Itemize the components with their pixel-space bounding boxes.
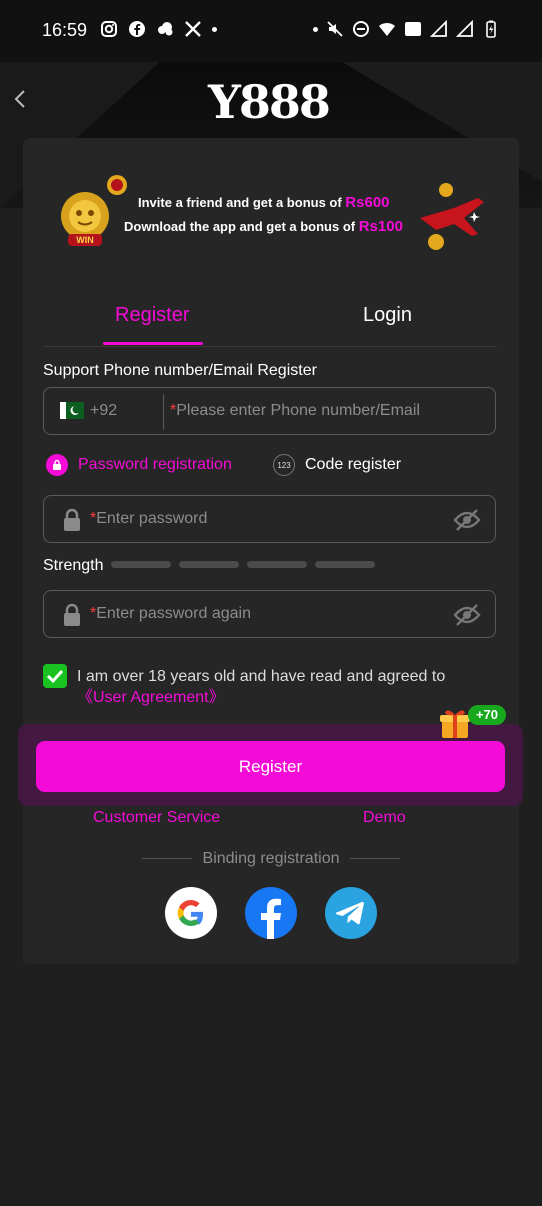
signal-icon — [429, 19, 448, 38]
x-icon — [184, 20, 202, 38]
dnd-icon — [352, 20, 370, 38]
google-icon — [177, 900, 203, 926]
register-card — [23, 138, 519, 964]
phone-email-placeholder-text: Please enter Phone number/Email — [176, 402, 420, 419]
status-notification-icons — [100, 20, 217, 38]
strength-label: Strength — [43, 557, 104, 574]
cloud-icon — [156, 20, 174, 38]
more-notifications-dot — [212, 26, 217, 32]
status-time: 16:59 — [42, 20, 88, 40]
back-button[interactable] — [10, 86, 32, 112]
country-code[interactable]: +92 — [90, 402, 117, 420]
auth-tabs: Register Login — [43, 296, 497, 347]
logo-text: Y888 — [208, 75, 331, 129]
agreement-statement: I am over 18 years old and have read and… — [77, 668, 446, 685]
confirm-password-placeholder-text: Enter password again — [96, 605, 251, 622]
binding-label: Binding registration — [202, 850, 340, 867]
gift-icon — [440, 710, 470, 738]
strength-bar — [111, 561, 171, 568]
register-button[interactable]: Register — [36, 741, 505, 792]
agreement-text: I am over 18 years old and have read and… — [77, 666, 497, 708]
google-login-button[interactable] — [165, 887, 217, 939]
airplane-icon — [420, 183, 484, 250]
tab-register[interactable]: Register — [115, 304, 189, 327]
status-bar: 16:59 — [0, 0, 542, 62]
option-password-label: Password registration — [78, 456, 232, 473]
battery-icon — [482, 20, 500, 38]
pakistan-flag-icon — [60, 402, 84, 419]
telegram-login-button[interactable] — [325, 887, 377, 939]
strength-meter — [111, 561, 375, 568]
bonus-badge: +70 — [468, 705, 506, 725]
facebook-icon — [261, 898, 281, 939]
promo-banner[interactable]: WIN Invite a friend and get a bonus of R… — [42, 168, 500, 260]
banner-download-text: Download the app and get a bonus of — [124, 219, 359, 234]
status-system-icons — [313, 19, 500, 38]
code-123-icon: 123 — [273, 454, 295, 476]
eye-hidden-icon[interactable] — [453, 508, 481, 532]
password-placeholder-text: Enter password — [96, 510, 208, 527]
mute-icon — [326, 20, 344, 38]
option-code-register[interactable]: 123 Code register — [273, 454, 401, 476]
signal-2-icon — [455, 19, 474, 38]
chevron-left-icon — [14, 90, 25, 108]
lock-icon — [64, 603, 80, 626]
divider-right — [350, 858, 400, 859]
banner-line-invite: Invite a friend and get a bonus of Rs600 — [138, 194, 390, 211]
banner-invite-text: Invite a friend and get a bonus of — [138, 195, 346, 210]
notification-dot — [313, 26, 318, 32]
banner-invite-amount: Rs600 — [345, 194, 390, 211]
check-icon — [46, 669, 64, 684]
active-tab-indicator — [103, 342, 203, 345]
password-field[interactable]: *Enter password — [43, 495, 496, 543]
user-agreement-link[interactable]: 《User Agreement》 — [77, 689, 225, 706]
strength-bar — [247, 561, 307, 568]
banner-line-download: Download the app and get a bonus of Rs10… — [124, 218, 403, 235]
banner-download-amount: Rs100 — [358, 218, 403, 235]
lion-badge-text: WIN — [76, 235, 94, 245]
option-code-label: Code register — [305, 456, 402, 473]
customer-service-link[interactable]: Customer Service — [93, 809, 220, 827]
password-placeholder[interactable]: *Enter password — [90, 510, 207, 528]
telegram-icon — [335, 901, 364, 925]
field-divider — [163, 394, 164, 430]
agreement-checkbox[interactable] — [43, 664, 67, 688]
phone-email-placeholder[interactable]: *Please enter Phone number/Email — [170, 402, 420, 420]
coin-icon — [107, 175, 127, 195]
tab-login[interactable]: Login — [363, 304, 412, 327]
phone-email-field[interactable]: +92 *Please enter Phone number/Email — [43, 387, 496, 435]
eye-hidden-icon[interactable] — [453, 603, 481, 627]
brand-logo: Y888 — [208, 75, 331, 129]
facebook-login-button[interactable] — [245, 887, 297, 939]
instagram-icon — [100, 20, 118, 38]
facebook-status-icon — [128, 20, 146, 38]
support-label: Support Phone number/Email Register — [43, 362, 317, 379]
lock-icon — [64, 508, 80, 531]
strength-bar — [179, 561, 239, 568]
demo-link[interactable]: Demo — [363, 809, 406, 827]
wifi-icon — [378, 20, 396, 38]
lock-badge-icon — [46, 454, 68, 476]
option-password-registration[interactable]: Password registration — [46, 454, 232, 476]
confirm-password-placeholder[interactable]: *Enter password again — [90, 605, 251, 623]
vowifi-icon — [404, 20, 422, 38]
confirm-password-field[interactable]: *Enter password again — [43, 590, 496, 638]
strength-bar — [315, 561, 375, 568]
binding-divider: Binding registration — [142, 848, 400, 870]
